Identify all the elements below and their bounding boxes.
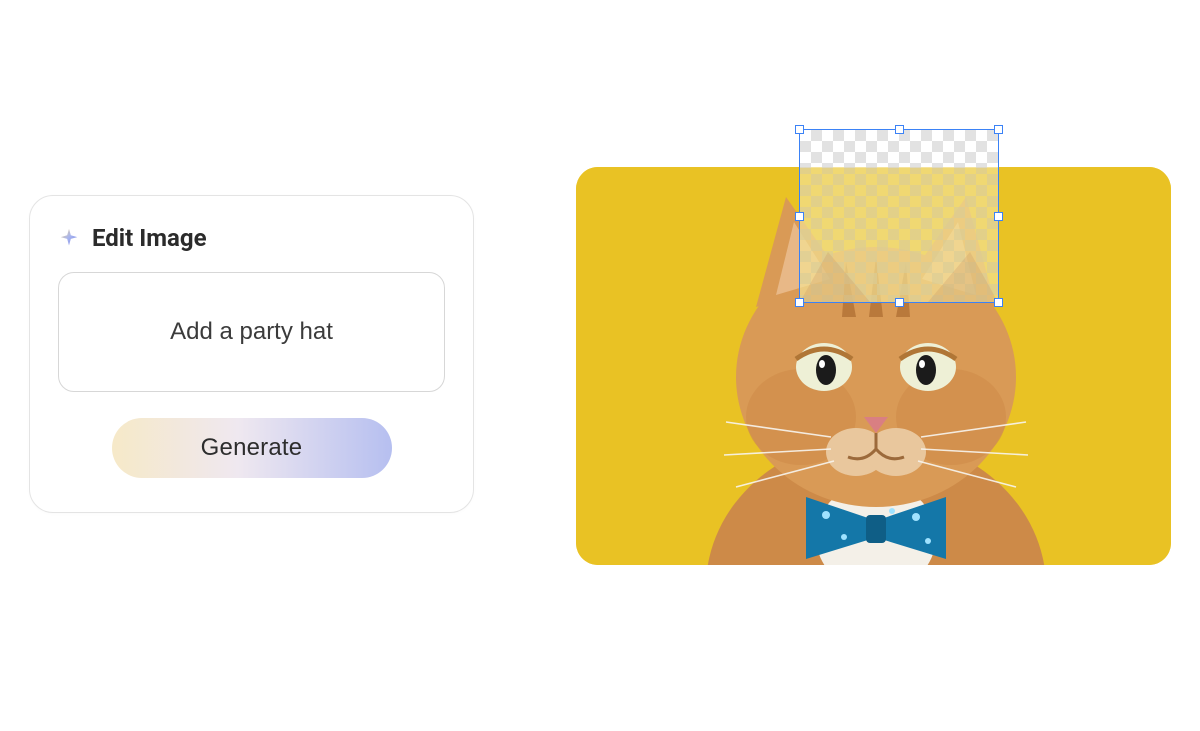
sparkle-icon: [58, 227, 80, 249]
resize-handle-left[interactable]: [795, 212, 804, 221]
resize-handle-bottom[interactable]: [895, 298, 904, 307]
selection-overlay: [800, 168, 998, 302]
selection-box[interactable]: [799, 129, 999, 303]
generate-button[interactable]: Generate: [112, 418, 392, 478]
panel-header: Edit Image: [58, 224, 445, 252]
panel-title: Edit Image: [92, 224, 207, 252]
edit-image-panel: Edit Image Generate: [29, 195, 474, 513]
ear-ghost-right-icon: [928, 252, 998, 302]
resize-handle-top-left[interactable]: [795, 125, 804, 134]
prompt-input-container[interactable]: [58, 272, 445, 392]
resize-handle-right[interactable]: [994, 212, 1003, 221]
ear-ghost-left-icon: [800, 252, 870, 302]
image-canvas[interactable]: [576, 167, 1171, 565]
resize-handle-bottom-left[interactable]: [795, 298, 804, 307]
prompt-input[interactable]: [83, 318, 420, 346]
resize-handle-bottom-right[interactable]: [994, 298, 1003, 307]
resize-handle-top-right[interactable]: [994, 125, 1003, 134]
resize-handle-top[interactable]: [895, 125, 904, 134]
